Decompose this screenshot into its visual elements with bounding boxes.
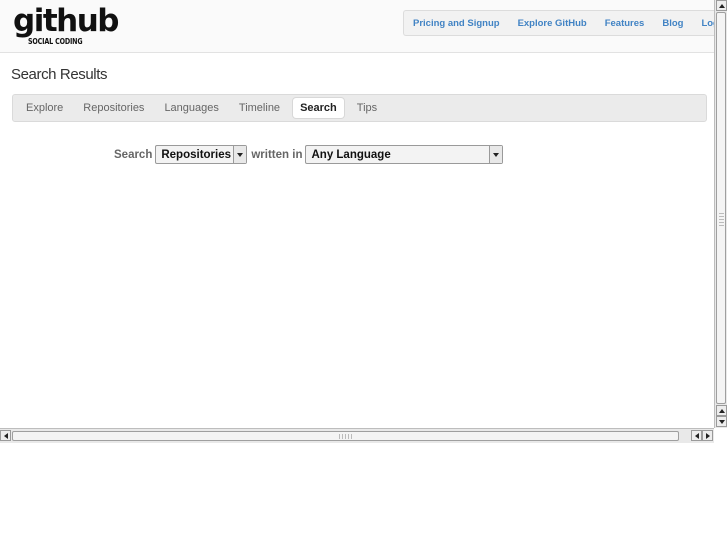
nav-features[interactable]: Features xyxy=(596,18,654,29)
tab-repositories[interactable]: Repositories xyxy=(76,98,151,118)
tab-timeline[interactable]: Timeline xyxy=(232,98,287,118)
site-header: github SOCIAL CODING Pricing and Signup … xyxy=(0,0,714,53)
scrollbar-corner xyxy=(714,428,727,443)
scroll-down-icon[interactable] xyxy=(716,416,727,427)
logo-tagline: SOCIAL CODING xyxy=(28,37,83,46)
scroll-left-icon[interactable] xyxy=(691,430,702,441)
tab-languages[interactable]: Languages xyxy=(157,98,225,118)
vertical-scroll-thumb[interactable] xyxy=(716,12,726,404)
chevron-down-icon[interactable] xyxy=(489,146,503,163)
github-logo[interactable]: github SOCIAL CODING xyxy=(13,4,119,50)
search-type-select[interactable]: Repositories xyxy=(155,145,248,164)
tab-search[interactable]: Search xyxy=(293,98,344,118)
language-select[interactable]: Any Language xyxy=(305,145,504,164)
scroll-up-icon[interactable] xyxy=(716,0,727,11)
nav-explore-github[interactable]: Explore GitHub xyxy=(509,18,596,29)
horizontal-scrollbar[interactable] xyxy=(0,428,714,443)
browser-viewport: github SOCIAL CODING Pricing and Signup … xyxy=(0,0,714,428)
language-value: Any Language xyxy=(311,148,391,161)
grip-icon xyxy=(719,213,724,227)
search-form: Search Repositories written in Any Langu… xyxy=(114,144,504,165)
scroll-right-icon[interactable] xyxy=(702,430,713,441)
grip-icon xyxy=(339,434,353,439)
sub-navigation: Explore Repositories Languages Timeline … xyxy=(12,94,707,122)
search-label: Search xyxy=(114,148,153,161)
logo-wordmark: github xyxy=(13,3,119,39)
scroll-left-icon[interactable] xyxy=(0,430,11,441)
tab-explore[interactable]: Explore xyxy=(19,98,70,118)
vertical-scrollbar[interactable] xyxy=(714,0,727,428)
top-navigation: Pricing and Signup Explore GitHub Featur… xyxy=(403,10,714,36)
search-type-value: Repositories xyxy=(161,148,232,161)
nav-pricing-and-signup[interactable]: Pricing and Signup xyxy=(404,18,509,29)
page-title: Search Results xyxy=(11,66,108,83)
scroll-up-icon[interactable] xyxy=(716,405,727,416)
tab-tips[interactable]: Tips xyxy=(350,98,384,118)
nav-blog[interactable]: Blog xyxy=(653,18,692,29)
nav-login[interactable]: Login xyxy=(692,18,714,29)
horizontal-scroll-thumb[interactable] xyxy=(12,431,679,441)
chevron-down-icon[interactable] xyxy=(233,146,247,163)
written-in-label: written in xyxy=(251,148,303,161)
